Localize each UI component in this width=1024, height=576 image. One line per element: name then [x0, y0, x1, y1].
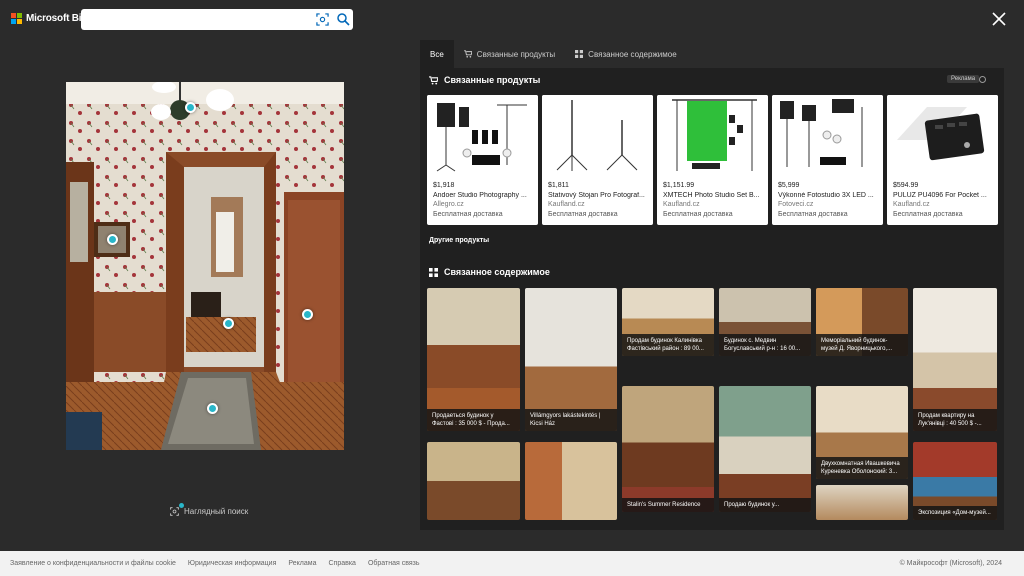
product-shop: Allegro.cz [433, 201, 464, 208]
tile-caption: Будинок с. Медвин Богуславський р-н : 16… [719, 334, 811, 356]
tile-caption: Продаю будинок у... [719, 498, 811, 512]
product-shop: Kaufland.cz [548, 201, 585, 208]
top-bar: Microsoft Bing [0, 0, 1024, 38]
product-shipping: Бесплатная доставка [778, 211, 848, 218]
hotspot-dot[interactable] [107, 234, 118, 245]
tab-label: Связанное содержимое [588, 49, 677, 59]
tab-all[interactable]: Все [420, 40, 454, 68]
product-name: Výkonné Fotostudio 3X LED ... [778, 192, 874, 199]
product-price: $5,999 [778, 182, 800, 189]
product-image [427, 95, 538, 177]
product-card[interactable]: $1,151.99 XMTECH Photo Studio Set B... K… [657, 95, 768, 225]
grid-icon [429, 267, 438, 277]
product-shipping: Бесплатная доставка [433, 211, 503, 218]
product-shipping: Бесплатная доставка [893, 211, 963, 218]
search-box [81, 9, 353, 30]
content-tile[interactable]: Двухкомнатная Ивашкевича Куреневка Оболо… [816, 386, 908, 479]
product-shop: Kaufland.cz [893, 201, 930, 208]
products-title: Связанные продукты [444, 75, 541, 85]
content-tile[interactable]: Продам квартиру на Лук'янівці : 40 500 $… [913, 288, 997, 431]
tile-caption: Двухкомнатная Ивашкевича Куреневка Оболо… [816, 457, 908, 479]
product-image [772, 95, 883, 177]
content-tile[interactable]: Продам будинок Калинівка Фастівський рай… [622, 288, 714, 356]
visual-search-icon[interactable] [316, 13, 329, 26]
results-panel: Все Связанные продукты Связанное содержи… [420, 40, 1004, 530]
cart-icon [429, 75, 438, 85]
content-tile[interactable]: Меморіальний будинок-музей Д. Яворницько… [816, 288, 908, 356]
product-price: $594.99 [893, 182, 919, 189]
content-tile[interactable]: Stalin's Summer Residence [622, 386, 714, 512]
source-photo [66, 82, 344, 450]
footer-link-legal[interactable]: Юридическая информация [188, 560, 277, 567]
more-products-link[interactable]: Другие продукты [429, 237, 489, 244]
product-image [657, 95, 768, 177]
content-tile[interactable]: Продаеться будинок у Фастові : 35 000 $ … [427, 288, 520, 431]
content-heading: Связанное содержимое [429, 267, 550, 277]
content-tile[interactable]: Экспозиция «Дом-музей... [913, 442, 997, 520]
tile-caption: Экспозиция «Дом-музей... [913, 506, 997, 520]
product-shop: Kaufland.cz [663, 201, 700, 208]
product-image [542, 95, 653, 177]
products-heading: Связанные продукты [429, 75, 540, 85]
search-input[interactable] [87, 11, 307, 28]
tile-caption: Villámgyors lakástekintés | Kicsi Ház [525, 409, 617, 431]
tab-related-content[interactable]: Связанное содержимое [565, 40, 687, 68]
content-title: Связанное содержимое [444, 267, 550, 277]
footer-link-ads[interactable]: Реклама [288, 560, 316, 567]
footer: Заявление о конфиденциальности и файлы c… [0, 551, 1024, 576]
hotspot-dot[interactable] [207, 403, 218, 414]
close-icon[interactable] [990, 10, 1008, 28]
visual-search-icon [170, 507, 179, 516]
product-shipping: Бесплатная доставка [548, 211, 618, 218]
product-name: Stativový Stojan Pro Fotograf... [548, 192, 645, 199]
product-price: $1,151.99 [663, 182, 695, 189]
product-shipping: Бесплатная доставка [663, 211, 733, 218]
grid-icon [575, 50, 584, 58]
product-name: XMTECH Photo Studio Set B... [663, 192, 760, 199]
info-icon[interactable] [979, 76, 986, 83]
content-tile[interactable] [427, 442, 520, 520]
visual-search-label: Наглядный поиск [184, 507, 249, 516]
cart-icon [463, 50, 472, 58]
tile-caption: Продаеться будинок у Фастові : 35 000 $ … [427, 409, 520, 431]
product-name: Andoer Studio Photography ... [433, 192, 527, 199]
content-tile[interactable]: Villámgyors lakástekintés | Kicsi Ház [525, 288, 617, 431]
footer-link-feedback[interactable]: Обратная связь [368, 560, 420, 567]
content-tile[interactable]: Продаю будинок у... [719, 386, 811, 512]
tile-caption: Stalin's Summer Residence [622, 498, 714, 512]
search-icon[interactable] [336, 12, 350, 26]
product-image [887, 95, 998, 177]
room-photo [66, 82, 344, 450]
product-shop: Fotoveci.cz [778, 201, 814, 208]
tab-label: Связанные продукты [476, 49, 556, 59]
hotspot-dot[interactable] [302, 309, 313, 320]
tile-caption: Продам квартиру на Лук'янівці : 40 500 $… [913, 409, 997, 431]
product-carousel: $1,918 Andoer Studio Photography ... All… [427, 95, 998, 225]
results-tabs: Все Связанные продукты Связанное содержи… [420, 40, 1004, 68]
content-tile[interactable] [816, 485, 908, 520]
product-card[interactable]: $5,999 Výkonné Fotostudio 3X LED ... Fot… [772, 95, 883, 225]
product-name: PULUZ PU4096 For Pocket ... [893, 192, 987, 199]
product-card[interactable]: $594.99 PULUZ PU4096 For Pocket ... Kauf… [887, 95, 998, 225]
content-tile[interactable]: Будинок с. Медвин Богуславський р-н : 16… [719, 288, 811, 356]
product-card[interactable]: $1,811 Stativový Stojan Pro Fotograf... … [542, 95, 653, 225]
tab-related-products[interactable]: Связанные продукты [454, 40, 565, 68]
hotspot-dot[interactable] [223, 318, 234, 329]
tile-caption: Меморіальний будинок-музей Д. Яворницько… [816, 334, 908, 356]
product-card[interactable]: $1,918 Andoer Studio Photography ... All… [427, 95, 538, 225]
content-tile[interactable] [525, 442, 617, 520]
footer-link-privacy[interactable]: Заявление о конфиденциальности и файлы c… [10, 560, 176, 567]
copyright: © Майкрософт (Microsoft), 2024 [899, 560, 1002, 567]
ads-label[interactable]: Реклама [947, 75, 980, 83]
footer-link-help[interactable]: Справка [328, 560, 355, 567]
tab-label: Все [430, 49, 444, 59]
microsoft-logo-icon [11, 13, 22, 24]
hotspot-dot[interactable] [185, 102, 196, 113]
product-price: $1,811 [548, 182, 569, 189]
product-price: $1,918 [433, 182, 455, 189]
tile-caption: Продам будинок Калинівка Фастівський рай… [622, 334, 714, 356]
visual-search-button[interactable]: Наглядный поиск [170, 507, 248, 516]
